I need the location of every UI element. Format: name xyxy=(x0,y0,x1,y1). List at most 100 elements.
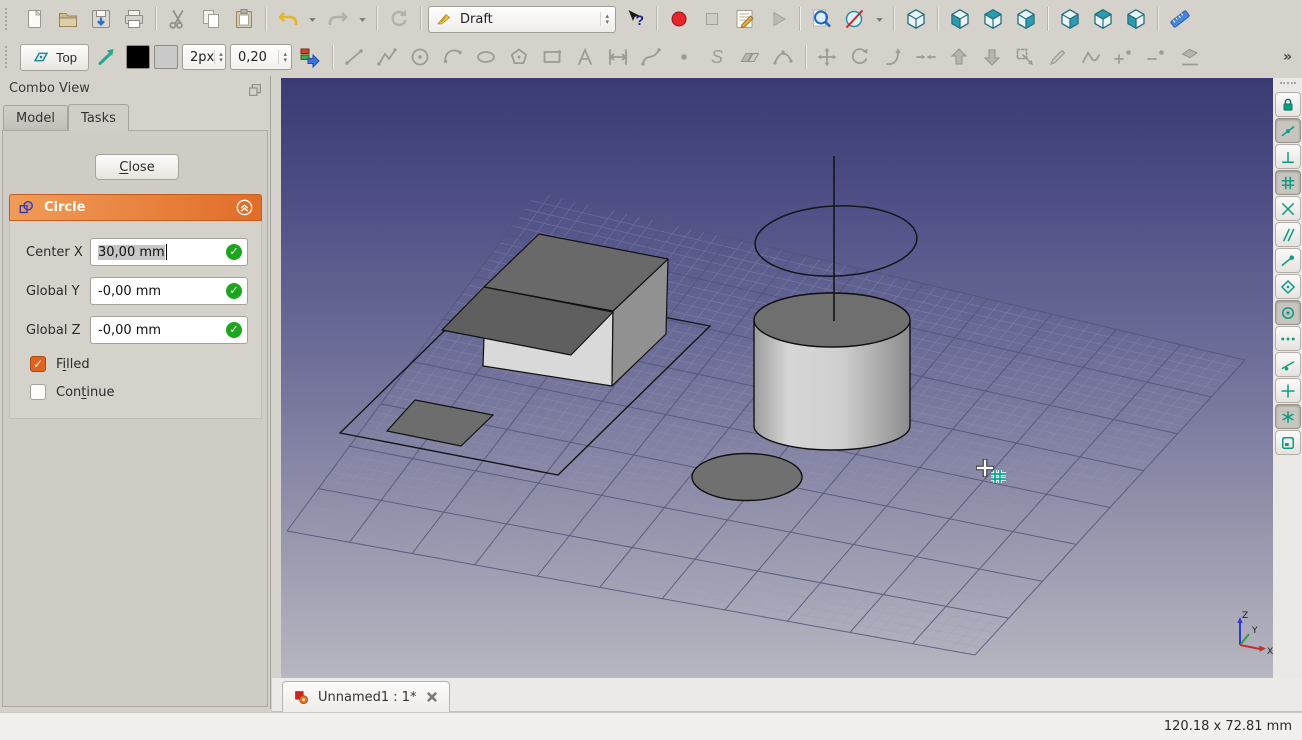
autogroup-button[interactable] xyxy=(296,43,325,72)
filled-circle-object[interactable] xyxy=(692,454,802,501)
draft-wire-button[interactable] xyxy=(373,43,402,72)
view-bottom-button[interactable] xyxy=(1088,5,1117,34)
snap-lock-button[interactable] xyxy=(1275,92,1301,117)
draft-rectangle-button[interactable] xyxy=(538,43,567,72)
close-task-button[interactable]: Close xyxy=(95,154,179,180)
redo-button[interactable] xyxy=(323,5,352,34)
refresh-button[interactable] xyxy=(384,5,413,34)
snap-angle-button[interactable] xyxy=(1275,274,1301,299)
construction-mode-button[interactable] xyxy=(93,43,122,72)
line-width-spin[interactable]: 2px▴▾ xyxy=(182,44,226,70)
spinner-arrows-icon[interactable]: ▴▾ xyxy=(214,50,227,64)
view-right-button[interactable] xyxy=(1011,5,1040,34)
draft-text-button[interactable] xyxy=(571,43,600,72)
draft-line-button[interactable] xyxy=(340,43,369,72)
draft-trim-button[interactable] xyxy=(912,43,941,72)
draft-wire-to-bspline-button[interactable] xyxy=(1077,43,1106,72)
toolbar-overflow[interactable]: » xyxy=(1283,49,1292,65)
global-y-field[interactable]: -0,00 mm✓ xyxy=(90,277,248,305)
draft-polygon-button[interactable] xyxy=(505,43,534,72)
snap-grid-button[interactable] xyxy=(1275,170,1301,195)
global-z-field[interactable]: -0,00 mm✓ xyxy=(90,316,248,344)
draft-remove-point-button[interactable] xyxy=(1143,43,1172,72)
snap-extension-button[interactable] xyxy=(1275,326,1301,351)
whats-this-button[interactable]: ? xyxy=(620,5,649,34)
toolbar-drag-handle[interactable] xyxy=(5,46,13,68)
draft-facebinder-button[interactable] xyxy=(736,43,765,72)
text-scale-spin[interactable]: 0,20▴▾ xyxy=(230,44,292,70)
view-rear-button[interactable] xyxy=(1055,5,1084,34)
continue-checkbox[interactable] xyxy=(30,384,46,400)
zoom-fit-button[interactable] xyxy=(807,5,836,34)
snap-intersection-button[interactable] xyxy=(1275,196,1301,221)
snap-parallel-button[interactable] xyxy=(1275,222,1301,247)
snap-midpoint-button[interactable] xyxy=(1275,118,1301,143)
draw-style-button[interactable] xyxy=(840,5,869,34)
cut-button[interactable] xyxy=(163,5,192,34)
circle-preview-wire[interactable] xyxy=(754,203,919,280)
snap-working-plane-button[interactable] xyxy=(1275,430,1301,455)
draft-bezier-button[interactable] xyxy=(769,43,798,72)
draft-add-point-button[interactable] xyxy=(1110,43,1139,72)
undo-dropdown[interactable] xyxy=(306,5,319,34)
document-tab[interactable]: Unnamed1 : 1* xyxy=(282,681,450,712)
draft-edit-button[interactable] xyxy=(1044,43,1073,72)
snap-center-button[interactable] xyxy=(1275,300,1301,325)
new-file-button[interactable] xyxy=(20,5,49,34)
snap-endpoint-button[interactable] xyxy=(1275,248,1301,273)
draft-ellipse-button[interactable] xyxy=(472,43,501,72)
draft-dimension-button[interactable] xyxy=(604,43,633,72)
center-x-field[interactable]: 30,00 mm✓ xyxy=(90,238,248,266)
draft-arc-button[interactable] xyxy=(439,43,468,72)
view-top-button[interactable] xyxy=(978,5,1007,34)
copy-button[interactable] xyxy=(196,5,225,34)
toolbar-drag-handle[interactable] xyxy=(1280,82,1296,88)
draft-scale-button[interactable] xyxy=(1011,43,1040,72)
working-plane-button[interactable]: Top xyxy=(20,44,89,71)
tab-model[interactable]: Model xyxy=(3,105,68,130)
close-tab-icon[interactable] xyxy=(425,690,439,704)
draft-downgrade-button[interactable] xyxy=(978,43,1007,72)
measure-distance-button[interactable] xyxy=(1165,5,1194,34)
macro-stop-button[interactable] xyxy=(697,5,726,34)
save-button[interactable] xyxy=(86,5,115,34)
draft-move-button[interactable] xyxy=(813,43,842,72)
draft-upgrade-button[interactable] xyxy=(945,43,974,72)
spinner-arrows-icon[interactable]: ▴▾ xyxy=(600,12,613,26)
face-color-swatch[interactable] xyxy=(154,45,178,69)
draft-offset-button[interactable] xyxy=(879,43,908,72)
workbench-selector[interactable]: Draft▴▾ xyxy=(428,6,616,33)
draft-bspline-button[interactable] xyxy=(637,43,666,72)
box-object[interactable] xyxy=(442,234,668,386)
macro-record-button[interactable] xyxy=(664,5,693,34)
snap-near-button[interactable] xyxy=(1275,352,1301,377)
undo-button[interactable] xyxy=(273,5,302,34)
tab-tasks[interactable]: Tasks xyxy=(68,104,129,131)
draft-point-button[interactable] xyxy=(670,43,699,72)
filled-checkbox[interactable]: ✓ xyxy=(30,356,46,372)
macro-edit-button[interactable] xyxy=(730,5,759,34)
line-color-swatch[interactable] xyxy=(126,45,150,69)
view-axonometric-button[interactable] xyxy=(901,5,930,34)
float-panel-icon[interactable] xyxy=(247,82,263,98)
3d-viewport[interactable]: Z Y X xyxy=(281,78,1273,678)
cylinder-object[interactable] xyxy=(754,293,910,450)
print-button[interactable] xyxy=(119,5,148,34)
circle-task-header[interactable]: Circle xyxy=(9,194,262,221)
snap-ortho-button[interactable] xyxy=(1275,378,1301,403)
macro-play-button[interactable] xyxy=(763,5,792,34)
draft-rotate-button[interactable] xyxy=(846,43,875,72)
toolbar-drag-handle[interactable] xyxy=(5,8,13,30)
collapse-icon[interactable] xyxy=(236,199,253,216)
draft-shape-2d-view-button[interactable] xyxy=(1176,43,1205,72)
draw-style-dropdown[interactable] xyxy=(873,5,886,34)
filled-rectangle-object[interactable] xyxy=(387,400,493,446)
open-file-button[interactable] xyxy=(53,5,82,34)
view-front-button[interactable] xyxy=(945,5,974,34)
spinner-arrows-icon[interactable]: ▴▾ xyxy=(278,50,291,64)
snap-special-button[interactable] xyxy=(1275,404,1301,429)
paste-button[interactable] xyxy=(229,5,258,34)
redo-dropdown[interactable] xyxy=(356,5,369,34)
draft-shapestring-button[interactable]: S xyxy=(703,43,732,72)
draft-circle-button[interactable] xyxy=(406,43,435,72)
